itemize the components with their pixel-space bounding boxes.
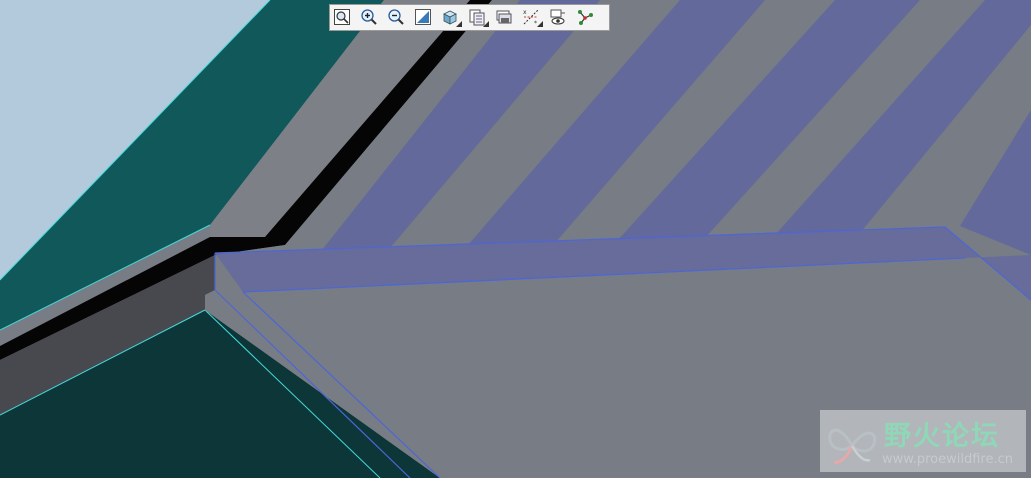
forum-watermark: 野火论坛 www.proewildfire.cn bbox=[820, 410, 1026, 472]
butterfly-logo-icon bbox=[828, 428, 877, 464]
view-toolbar: x * bbox=[329, 4, 610, 31]
graphics-viewport[interactable]: x * 野火论坛 www.proewildfire.cn bbox=[0, 0, 1031, 478]
layers-icon bbox=[496, 10, 512, 23]
repaint-button[interactable] bbox=[413, 7, 437, 29]
zoom-out-icon bbox=[388, 8, 404, 25]
display-style-button[interactable] bbox=[440, 7, 464, 29]
datum-display-button[interactable]: x * bbox=[521, 7, 545, 29]
watermark-url: www.proewildfire.cn bbox=[882, 452, 1013, 467]
watermark-brand: 野火论坛 bbox=[884, 421, 1000, 452]
dropdown-corner-icon bbox=[483, 20, 489, 27]
spin-center-icon bbox=[578, 9, 593, 25]
dropdown-corner-icon bbox=[456, 20, 462, 27]
spin-center-button[interactable] bbox=[575, 7, 599, 29]
eye-display-icon bbox=[550, 9, 565, 24]
layers-button[interactable] bbox=[494, 7, 518, 29]
dropdown-corner-icon bbox=[537, 20, 543, 27]
saved-views-button[interactable] bbox=[467, 7, 491, 29]
refit-button[interactable] bbox=[332, 7, 356, 29]
zoom-in-button[interactable] bbox=[359, 7, 383, 29]
repaint-icon bbox=[415, 8, 431, 25]
refit-icon bbox=[334, 8, 350, 25]
annotation-display-button[interactable] bbox=[548, 7, 572, 29]
zoom-out-button[interactable] bbox=[386, 7, 410, 29]
model-view[interactable] bbox=[0, 0, 1031, 478]
zoom-in-icon bbox=[361, 8, 377, 25]
svg-text:x: x bbox=[523, 9, 527, 16]
